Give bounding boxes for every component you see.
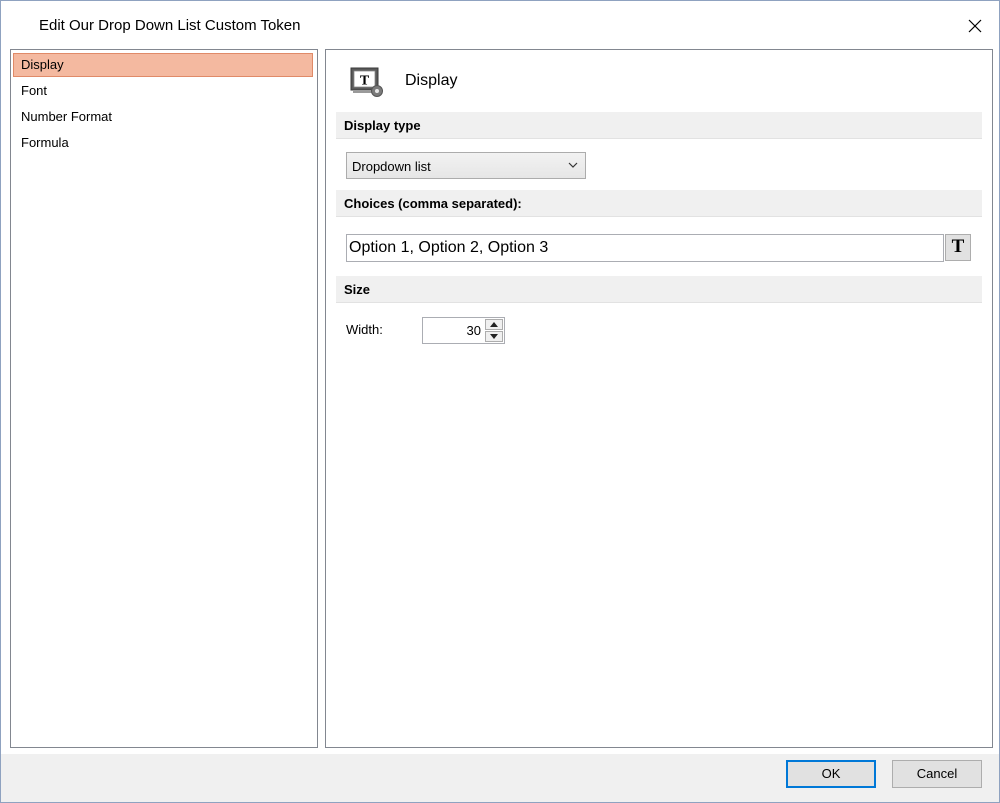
width-label: Width: <box>346 322 383 337</box>
nav-item-label: Font <box>21 83 48 98</box>
nav-item-display[interactable]: Display <box>13 53 313 77</box>
display-type-dropdown[interactable]: Dropdown list <box>346 152 586 179</box>
display-type-value: Dropdown list <box>352 159 431 174</box>
section-label: Choices (comma separated): <box>344 196 522 211</box>
choices-input[interactable] <box>346 234 944 262</box>
section-label: Size <box>344 282 371 297</box>
category-list: Display Font Number Format Formula <box>10 49 318 748</box>
close-icon <box>968 19 982 33</box>
section-header-display-type: Display type <box>336 112 982 139</box>
nav-item-formula[interactable]: Formula <box>13 131 313 155</box>
panel-title: Display <box>405 72 458 89</box>
nav-item-number-format[interactable]: Number Format <box>13 105 313 129</box>
section-header-size: Size <box>336 276 982 303</box>
text-token-settings-icon: T <box>350 67 383 97</box>
arrow-down-icon <box>490 334 498 339</box>
window-title: Edit Our Drop Down List Custom Token <box>39 17 301 34</box>
width-increment-button[interactable] <box>485 319 503 330</box>
close-button[interactable] <box>953 9 997 43</box>
insert-text-button[interactable]: T <box>945 234 971 261</box>
settings-panel: T Display Display type Dropdown list Cho… <box>325 49 993 748</box>
nav-item-label: Display <box>21 57 64 72</box>
title-bar: Edit Our Drop Down List Custom Token <box>1 1 999 49</box>
dialog-content: Display Font Number Format Formula T Dis… <box>1 49 999 754</box>
text-format-icon: T <box>951 236 965 257</box>
arrow-up-icon <box>490 322 498 327</box>
cancel-button[interactable]: Cancel <box>892 760 982 788</box>
section-header-choices: Choices (comma separated): <box>336 190 982 217</box>
svg-text:T: T <box>360 74 370 89</box>
edit-token-dialog: Edit Our Drop Down List Custom Token Dis… <box>0 0 1000 803</box>
dialog-footer: OK Cancel <box>1 754 999 802</box>
nav-item-label: Formula <box>21 135 69 150</box>
nav-item-label: Number Format <box>21 109 113 124</box>
section-label: Display type <box>344 118 421 133</box>
width-decrement-button[interactable] <box>485 331 503 342</box>
ok-button[interactable]: OK <box>786 760 876 788</box>
width-input[interactable] <box>425 318 481 343</box>
chevron-down-icon <box>568 162 578 168</box>
nav-item-font[interactable]: Font <box>13 79 313 103</box>
width-stepper <box>422 317 505 344</box>
